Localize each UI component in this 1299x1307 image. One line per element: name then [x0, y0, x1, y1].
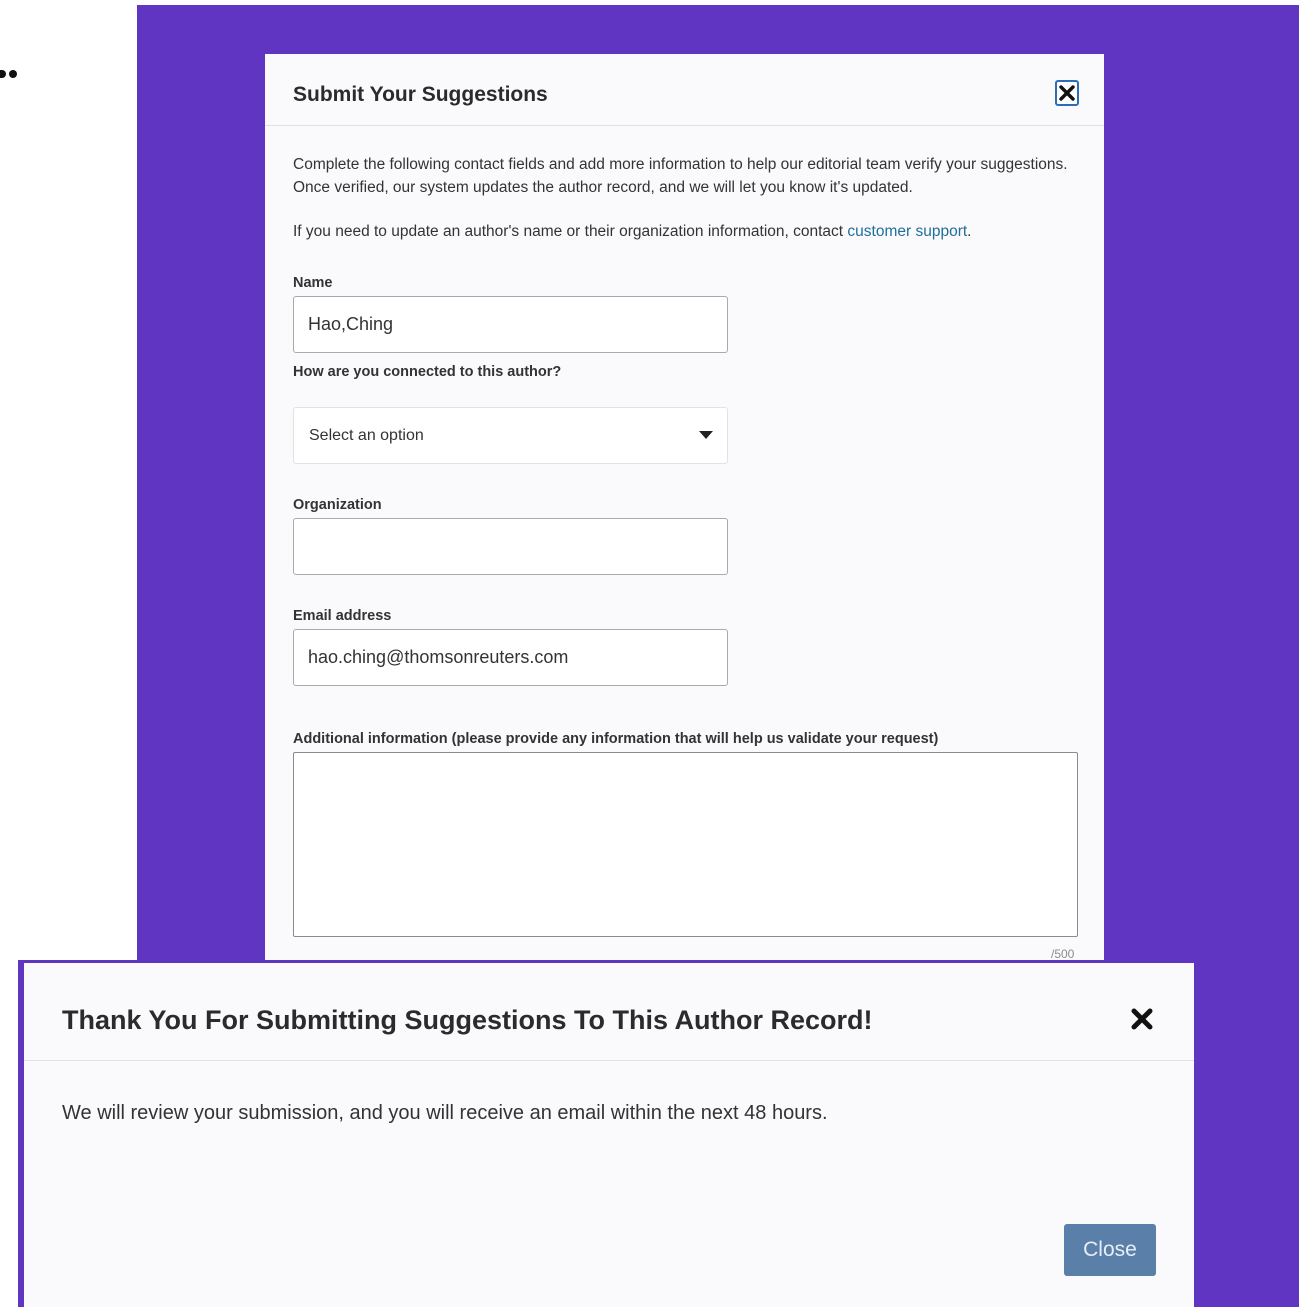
thank-you-close-button[interactable] [1129, 1006, 1155, 1032]
submit-suggestions-dialog: Submit Your Suggestions Complete the fol… [265, 54, 1104, 1014]
connection-selected-value: Select an option [309, 427, 424, 444]
support-text: If you need to update an author's name o… [293, 220, 1083, 243]
thank-you-header: Thank You For Submitting Suggestions To … [24, 963, 1194, 1061]
additional-info-textarea[interactable] [293, 752, 1078, 937]
intro-text: Complete the following contact fields an… [293, 156, 1068, 196]
thank-you-title: Thank You For Submitting Suggestions To … [62, 1005, 873, 1035]
thank-you-dialog: Thank You For Submitting Suggestions To … [18, 960, 1194, 1307]
dialog-close-button[interactable] [1055, 80, 1079, 106]
close-button[interactable]: Close [1064, 1224, 1156, 1276]
customer-support-link[interactable]: customer support [847, 223, 967, 240]
connection-select[interactable]: Select an option [293, 407, 728, 464]
chevron-down-icon [699, 431, 713, 439]
support-prefix: If you need to update an author's name o… [293, 223, 848, 240]
additional-info-label: Additional information (please provide a… [293, 731, 939, 747]
name-label: Name [293, 275, 333, 291]
close-x-icon [1131, 1008, 1153, 1030]
support-suffix: . [967, 223, 972, 240]
email-input[interactable] [293, 629, 728, 686]
dialog-header: Submit Your Suggestions [265, 54, 1104, 126]
more-options-icon[interactable] [0, 70, 17, 78]
close-x-icon [1059, 85, 1075, 101]
connection-label: How are you connected to this author? [293, 364, 562, 380]
character-counter: /500 [1051, 947, 1075, 961]
email-label: Email address [293, 608, 392, 624]
organization-label: Organization [293, 497, 382, 513]
organization-input[interactable] [293, 518, 728, 575]
dialog-title: Submit Your Suggestions [293, 83, 548, 106]
thank-you-message: We will review your submission, and you … [62, 1102, 828, 1124]
name-input[interactable] [293, 296, 728, 353]
